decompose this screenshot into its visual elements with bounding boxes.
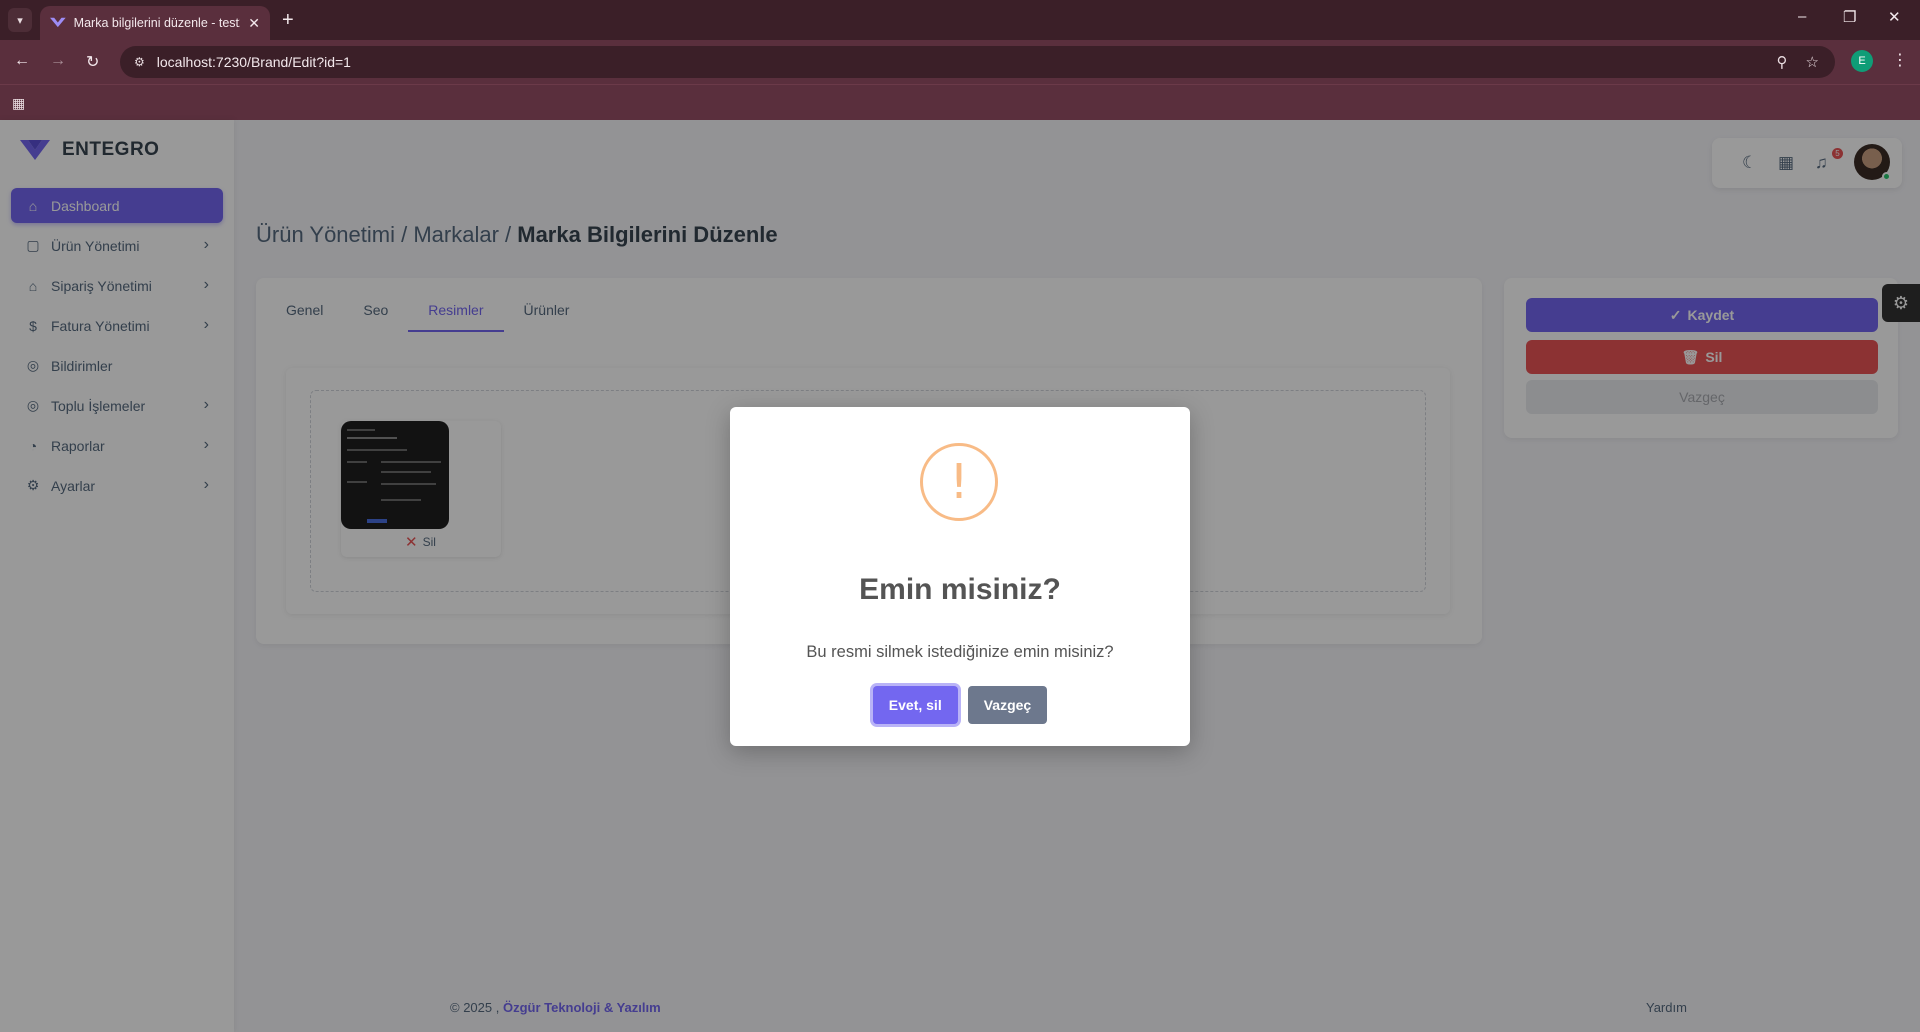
- dialog-title: Emin misiniz?: [859, 573, 1061, 606]
- new-tab-button[interactable]: +: [282, 8, 294, 32]
- warning-icon: !: [920, 443, 998, 521]
- bookmark-star-icon[interactable]: ☆: [1806, 53, 1819, 71]
- window-close-button[interactable]: ✕: [1888, 8, 1901, 26]
- minimize-button[interactable]: –: [1798, 8, 1806, 25]
- forward-icon[interactable]: →: [50, 52, 66, 70]
- url-text: localhost:7230/Brand/Edit?id=1: [156, 54, 351, 70]
- tab-close-icon[interactable]: ✕: [248, 15, 260, 32]
- reload-icon[interactable]: ↻: [86, 52, 99, 72]
- restore-button[interactable]: ❐: [1843, 8, 1856, 26]
- tab-title: Marka bilgilerini düzenle - test2: [73, 16, 241, 30]
- profile-avatar[interactable]: E: [1851, 50, 1873, 72]
- dialog-actions: Evet, sil Vazgeç: [730, 686, 1190, 724]
- confirm-delete-button[interactable]: Evet, sil: [872, 686, 958, 724]
- browser-tabbar: ▾ Marka bilgilerini düzenle - test2 ✕ + …: [0, 0, 1920, 40]
- back-icon[interactable]: ←: [14, 52, 30, 70]
- bookmarks-bar: ▦: [0, 84, 1920, 120]
- browser-menu-icon[interactable]: ⋮: [1892, 50, 1908, 70]
- apps-grid-icon[interactable]: ▦: [12, 95, 25, 112]
- url-input[interactable]: ⚙ localhost:7230/Brand/Edit?id=1 ⚲ ☆: [120, 46, 1835, 78]
- address-bar: ← → ↻ ⚙ localhost:7230/Brand/Edit?id=1 ⚲…: [0, 40, 1920, 84]
- tab-search-icon[interactable]: ▾: [8, 8, 32, 32]
- zoom-icon[interactable]: ⚲: [1777, 53, 1788, 71]
- confirm-dialog: ! Emin misiniz? Bu resmi silmek istediği…: [730, 407, 1190, 746]
- browser-tab[interactable]: Marka bilgilerini düzenle - test2 ✕: [40, 6, 270, 40]
- dialog-cancel-button[interactable]: Vazgeç: [967, 686, 1048, 724]
- dialog-message: Bu resmi silmek istediğinize emin misini…: [806, 643, 1114, 661]
- favicon-icon: [50, 17, 66, 28]
- site-info-icon[interactable]: ⚙: [134, 55, 145, 69]
